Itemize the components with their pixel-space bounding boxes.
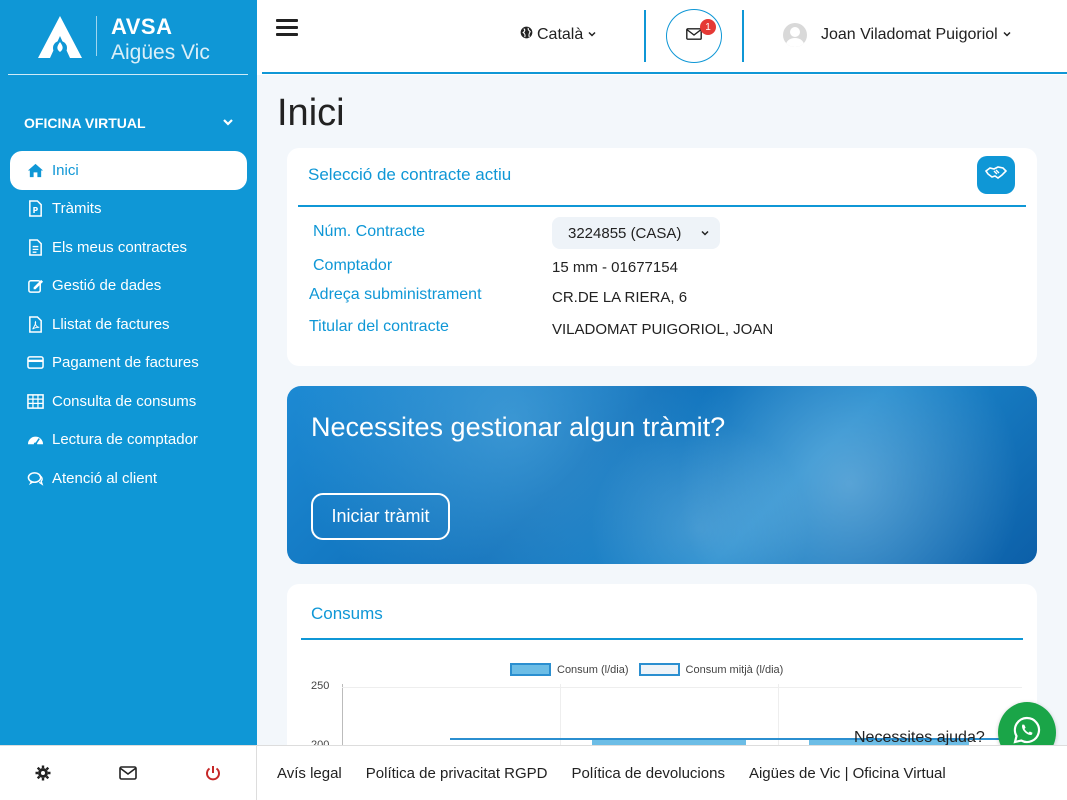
sidebar-item-label: Els meus contractes: [52, 238, 188, 256]
legend-label-consum: Consum (l/dia): [557, 663, 629, 676]
mail-icon[interactable]: [113, 758, 143, 788]
sidebar-item-label: Pagament de factures: [52, 354, 199, 372]
chevron-down-icon: [700, 225, 710, 242]
hamburger-menu-icon[interactable]: [276, 19, 298, 37]
sidebar-item-llistat-factures[interactable]: Llistat de factures: [10, 305, 247, 344]
consumption-card-title: Consums: [311, 604, 383, 623]
contract-select-value: 3224855 (CASA): [568, 224, 682, 242]
chat-icon: [25, 469, 45, 487]
chevron-down-icon: [222, 115, 234, 131]
start-procedure-button[interactable]: Iniciar tràmit: [311, 493, 450, 540]
sidebar-item-label: Gestió de dades: [52, 277, 162, 295]
brand-subtitle: Aigües Vic: [111, 41, 210, 64]
sidebar-item-label: Consulta de consums: [52, 392, 197, 410]
svg-text:P: P: [32, 206, 38, 215]
sidebar-item-label: Inici: [52, 161, 79, 179]
header-underline: [262, 72, 1067, 74]
avsa-logo-icon: [38, 16, 82, 58]
user-menu[interactable]: Joan Viladomat Puigoriol: [783, 23, 1012, 47]
legend-label-consum-mitja: Consum mitjà (l/dia): [685, 663, 784, 676]
card-divider: [301, 638, 1023, 640]
sidebar-item-label: Atenció al client: [52, 469, 158, 487]
contract-card-title: Selecció de contracte actiu: [308, 165, 512, 184]
sidebar-item-consulta-consums[interactable]: Consulta de consums: [10, 382, 247, 421]
contract-icon: [25, 238, 45, 256]
contract-holder-label: Titular del contracte: [309, 318, 449, 335]
footer-link-avis-legal[interactable]: Avís legal: [277, 765, 342, 782]
power-icon[interactable]: [198, 758, 228, 788]
procedure-banner: Necessites gestionar algun tràmit? Inici…: [287, 386, 1037, 564]
header-divider: [644, 10, 646, 62]
globe-icon: [520, 26, 533, 44]
nav-section-label: OFICINA VIRTUAL: [24, 115, 146, 131]
sidebar-item-label: Llistat de factures: [52, 315, 170, 333]
contract-selection-card: Selecció de contracte actiu Núm. Contrac…: [287, 148, 1037, 366]
contract-holder-value: VILADOMAT PUIGORIOL, JOAN: [552, 321, 774, 338]
top-header: Català 1 Joan Viladomat Puigoriol: [257, 0, 1067, 75]
notification-badge: 1: [700, 19, 716, 35]
supply-address-label: Adreça subministrament: [309, 286, 482, 303]
footer-link-oficina-virtual[interactable]: Aigües de Vic | Oficina Virtual: [749, 765, 946, 782]
home-icon: [25, 161, 45, 179]
footer-link-devolucions[interactable]: Política de devolucions: [572, 765, 725, 782]
supply-address-value: CR.DE LA RIERA, 6: [552, 289, 688, 306]
footer-link-privacitat[interactable]: Política de privacitat RGPD: [366, 765, 548, 782]
avatar: [783, 23, 807, 47]
edit-icon: [25, 277, 45, 295]
sidebar-item-lectura-comptador[interactable]: Lectura de comptador: [10, 421, 247, 460]
language-selector[interactable]: Català: [520, 26, 597, 44]
sidebar-item-label: Lectura de comptador: [52, 431, 198, 449]
brand-title: AVSA: [111, 14, 173, 39]
sidebar-item-contractes[interactable]: Els meus contractes: [10, 228, 247, 267]
contract-number-label: Núm. Contracte: [313, 223, 426, 240]
pdf-icon: [25, 315, 45, 333]
brand[interactable]: AVSA Aigües Vic: [8, 0, 248, 75]
banner-title: Necessites gestionar algun tràmit?: [311, 412, 726, 442]
sidebar-item-tramits[interactable]: P Tràmits: [10, 190, 247, 229]
page-title: Inici: [277, 92, 345, 134]
gear-icon[interactable]: [28, 758, 58, 788]
brand-divider: [96, 16, 97, 56]
handshake-button[interactable]: [977, 156, 1015, 194]
sidebar-item-pagament-factures[interactable]: Pagament de factures: [10, 344, 247, 383]
legend-swatch-consum: [510, 663, 551, 676]
sidebar-item-label: Tràmits: [52, 200, 102, 218]
sidebar: AVSA Aigües Vic OFICINA VIRTUAL Inici P …: [0, 0, 257, 745]
credit-card-icon: [25, 354, 45, 372]
header-divider: [742, 10, 744, 62]
y-tick-label: 250: [311, 680, 330, 692]
card-divider: [298, 205, 1026, 207]
meter-label: Comptador: [313, 257, 393, 274]
sidebar-item-atencio-client[interactable]: Atenció al client: [10, 459, 247, 498]
footer: Avís legal Política de privacitat RGPD P…: [257, 745, 1067, 800]
chevron-down-icon: [587, 26, 597, 44]
meter-value: 15 mm - 01677154: [552, 259, 678, 276]
user-name: Joan Viladomat Puigoriol: [821, 26, 998, 43]
chart-legend: Consum (l/dia) Consum mitjà (l/dia): [510, 663, 783, 676]
document-p-icon: P: [25, 200, 45, 218]
sidebar-item-inici[interactable]: Inici: [10, 151, 247, 190]
gauge-icon: [25, 431, 45, 449]
legend-swatch-consum-mitja: [638, 663, 680, 676]
sidebar-bottom-bar: [0, 745, 257, 800]
gridline: [342, 687, 1022, 688]
nav-section-oficina-virtual[interactable]: OFICINA VIRTUAL: [24, 115, 234, 131]
nav-list: Inici P Tràmits Els meus contractes Gest…: [10, 151, 247, 498]
sidebar-item-gestio-dades[interactable]: Gestió de dades: [10, 267, 247, 306]
messages-button[interactable]: 1: [666, 9, 722, 63]
contract-select[interactable]: 3224855 (CASA): [552, 217, 720, 249]
handshake-icon: [984, 165, 1008, 186]
language-label: Català: [537, 26, 584, 43]
table-icon: [25, 392, 45, 410]
chevron-down-icon: [1002, 26, 1012, 44]
